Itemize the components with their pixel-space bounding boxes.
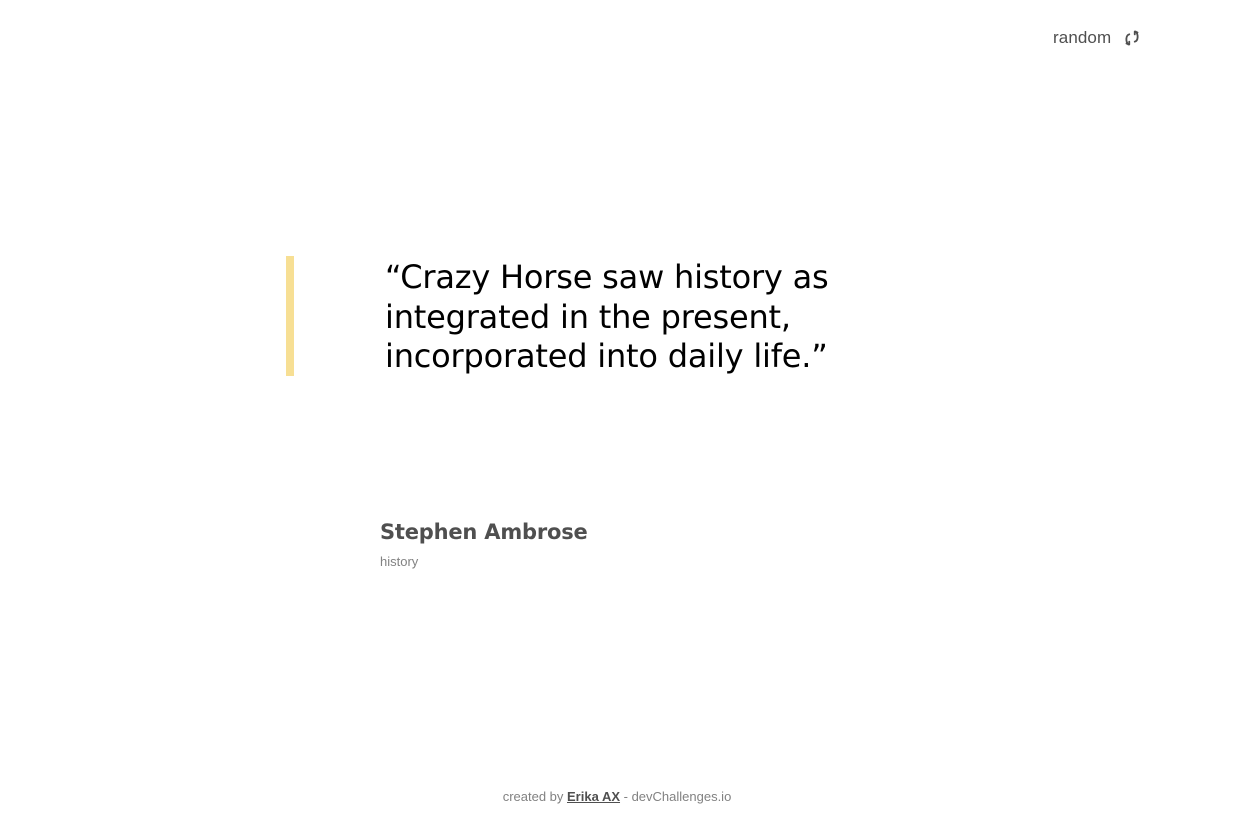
quote-accent-bar xyxy=(286,256,294,376)
random-label: random xyxy=(1053,28,1112,47)
footer: created by Erika AX - devChallenges.io xyxy=(0,789,1234,804)
footer-suffix: - devChallenges.io xyxy=(620,789,732,804)
footer-prefix: created by xyxy=(502,789,568,804)
page: random “Crazy Horse saw history as integ… xyxy=(0,0,1234,826)
footer-author-link[interactable]: Erika AX xyxy=(567,789,620,804)
author-genre: history xyxy=(380,554,419,569)
author-block: Stephen Ambrose history xyxy=(380,520,588,569)
random-button[interactable]: random xyxy=(1053,27,1143,49)
refresh-icon xyxy=(1121,27,1143,49)
quote-text: “Crazy Horse saw history as integrated i… xyxy=(385,258,829,375)
author-name: Stephen Ambrose xyxy=(380,520,588,544)
quote-block: “Crazy Horse saw history as integrated i… xyxy=(286,256,845,377)
